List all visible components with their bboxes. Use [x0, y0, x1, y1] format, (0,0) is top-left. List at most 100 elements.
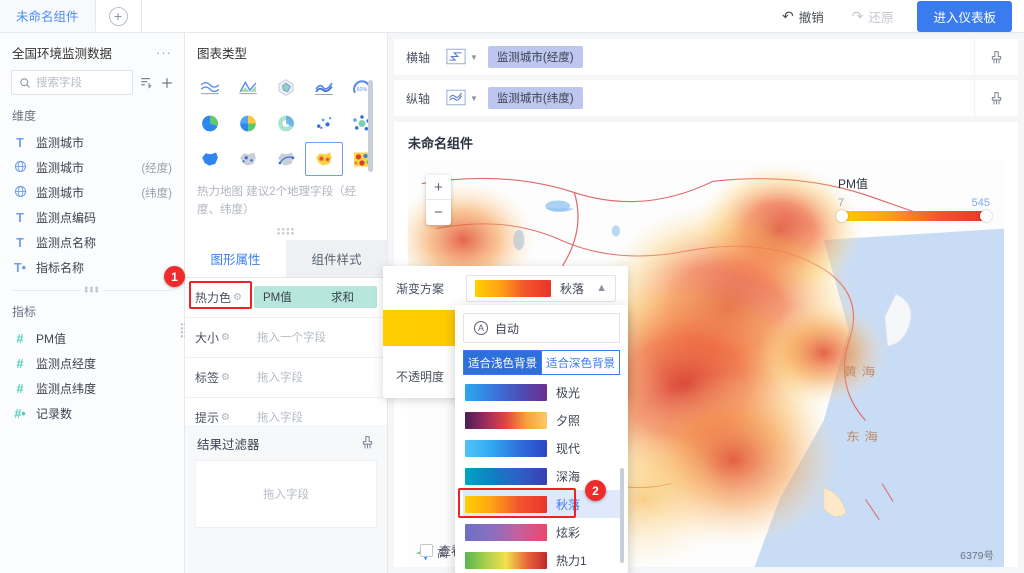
axis-shelf-x: 横轴 ▼ 监测城市(经度) — [394, 39, 1018, 75]
legend-gradient-bar[interactable] — [836, 210, 992, 222]
step-badge-2: 2 — [585, 480, 606, 501]
add-component-tab-button[interactable]: + — [95, 0, 142, 32]
gear-icon[interactable]: ⚙ — [221, 412, 230, 423]
gradient-background-segment: 适合浅色背景 适合深色背景 — [463, 350, 620, 375]
segment-light-background[interactable]: 适合浅色背景 — [463, 350, 542, 375]
gradient-scheme-value: 秋落 — [560, 281, 585, 296]
field-dimension-4[interactable]: T 监测点名称 — [0, 230, 184, 255]
ellipsis-icon[interactable]: ··· — [156, 45, 172, 60]
shelf-dropzone[interactable]: 拖入一个字段 — [254, 329, 377, 345]
chart-type-line-area[interactable] — [229, 70, 267, 104]
shelf-size[interactable]: 大小 ⚙ 拖入一个字段 — [185, 318, 387, 358]
legend-knob-min[interactable] — [836, 210, 848, 222]
sort-fields-icon[interactable] — [139, 76, 154, 90]
shelf-dropzone[interactable]: 拖入字段 — [254, 369, 377, 385]
gear-icon[interactable]: ⚙ — [221, 332, 230, 343]
field-sublabel: (纬度) — [141, 187, 172, 200]
gradient-auto-option[interactable]: A 自动 — [463, 313, 620, 343]
redo-button[interactable]: ↷ 还原 — [838, 7, 908, 26]
map-credit-text: 6379号 — [960, 550, 994, 562]
tab-component-style[interactable]: 组件样式 — [286, 239, 387, 277]
gradient-scheme-select[interactable]: 秋落 ▲ — [466, 274, 616, 302]
chart-type-scatter[interactable] — [305, 106, 343, 140]
chart-type-pie[interactable] — [191, 106, 229, 140]
chart-type-gauge[interactable]: 60% — [343, 70, 381, 104]
axis-clear-x-icon[interactable] — [974, 39, 1018, 75]
axis-continuous-icon[interactable] — [446, 89, 468, 107]
field-measure-3[interactable]: #• 记录数 — [0, 401, 184, 426]
chart-type-donut[interactable] — [267, 106, 305, 140]
chart-type-area-stream[interactable] — [191, 70, 229, 104]
gear-icon[interactable]: ⚙ — [233, 292, 242, 303]
chart-type-map-region[interactable] — [191, 142, 229, 176]
view-data-checkbox[interactable] — [420, 544, 433, 557]
segment-label: 适合深色背景 — [546, 357, 615, 370]
field-dimension-3[interactable]: T 监测点编码 — [0, 205, 184, 230]
map-zoom-in-button[interactable]: + — [426, 175, 451, 200]
chart-type-map-heat[interactable] — [305, 142, 343, 176]
chart-type-heatmap-grid[interactable] — [343, 142, 381, 176]
gradient-option-0[interactable]: 极光 — [463, 378, 620, 406]
shelf-dropzone[interactable]: 拖入字段 — [254, 409, 377, 425]
field-measure-0[interactable]: # PM值 — [0, 326, 184, 351]
chevron-up-icon[interactable]: ▲ — [596, 282, 607, 294]
add-field-icon[interactable] — [160, 76, 174, 90]
gradient-option-2[interactable]: 现代 — [463, 434, 620, 462]
chart-type-map-point[interactable] — [229, 142, 267, 176]
shelf-heat-color[interactable]: 热力色 ⚙ PM值 求和 — [185, 278, 387, 318]
shelf-label: 提示 — [195, 410, 220, 425]
search-input[interactable] — [36, 76, 125, 89]
field-search-row — [0, 70, 184, 95]
gradient-swatch — [465, 523, 547, 541]
field-label: 记录数 — [36, 407, 73, 421]
resize-grip[interactable]: ●●● ●●● — [81, 285, 103, 295]
axis-field-pill-y[interactable]: 监测城市(纬度) — [487, 87, 583, 109]
map-zoom-out-button[interactable]: − — [426, 200, 451, 225]
field-dimension-1[interactable]: 监测城市 (经度) — [0, 155, 184, 180]
dropdown-scrollbar[interactable] — [620, 468, 624, 563]
search-icon — [19, 77, 31, 89]
gradient-option-6[interactable]: 热力1 — [463, 546, 620, 573]
shelf-tooltip[interactable]: 提示 ⚙ 拖入字段 — [185, 398, 387, 426]
field-label: 监测城市 — [36, 186, 85, 200]
chevron-down-icon[interactable]: ▼ — [470, 53, 478, 62]
segment-dark-background[interactable]: 适合深色背景 — [542, 350, 620, 375]
axis-row-x[interactable]: 横轴 ▼ 监测城市(经度) — [394, 39, 1018, 75]
axis-row-y[interactable]: 纵轴 ▼ 监测城市(纬度) — [394, 80, 1018, 116]
tab-label: 未命名组件 — [16, 9, 79, 24]
field-measure-1[interactable]: # 监测点经度 — [0, 351, 184, 376]
chart-type-line-smooth[interactable] — [305, 70, 343, 104]
axis-field-pill-x[interactable]: 监测城市(经度) — [487, 46, 583, 68]
tab-graph-properties[interactable]: 图形属性 — [185, 239, 286, 277]
gradient-option-label: 现代 — [556, 441, 581, 456]
gradient-option-5[interactable]: 炫彩 — [463, 518, 620, 546]
shelf-label[interactable]: 标签 ⚙ 拖入字段 — [185, 358, 387, 398]
chart-type-map-flow[interactable] — [267, 142, 305, 176]
chevron-down-icon[interactable]: ▼ — [470, 94, 478, 103]
fields-panel: 全国环境监测数据 ··· 维度 T 监测城市 — [0, 33, 187, 573]
config-resize-grip[interactable]: ●●●● ●●●● — [185, 220, 387, 237]
field-measure-2[interactable]: # 监测点纬度 — [0, 376, 184, 401]
enter-dashboard-button[interactable]: 进入仪表板 — [917, 0, 1012, 32]
shelf-pill-pm[interactable]: PM值 求和 — [254, 286, 377, 309]
axis-clear-y-icon[interactable] — [974, 80, 1018, 116]
result-filter-dropzone[interactable]: 拖入字段 — [195, 460, 377, 529]
tab-unnamed-component[interactable]: 未命名组件 — [0, 0, 96, 32]
field-dimension-0[interactable]: T 监测城市 — [0, 130, 184, 155]
chart-type-scrollbar[interactable] — [368, 80, 373, 172]
field-dimension-5[interactable]: T• 指标名称 — [0, 255, 184, 280]
chart-type-bubble-pack[interactable] — [343, 106, 381, 140]
filter-broom-icon[interactable] — [360, 435, 375, 453]
gradient-swatch — [465, 411, 547, 429]
field-dimension-2[interactable]: 监测城市 (纬度) — [0, 180, 184, 205]
search-box[interactable] — [11, 70, 133, 95]
chart-type-pie-rose[interactable] — [229, 106, 267, 140]
chart-type-radar[interactable] — [267, 70, 305, 104]
gear-icon[interactable]: ⚙ — [221, 372, 230, 383]
gradient-option-1[interactable]: 夕照 — [463, 406, 620, 434]
legend-title: PM值 — [838, 177, 869, 191]
segment-label: 适合浅色背景 — [468, 357, 537, 370]
legend-knob-max[interactable] — [980, 210, 992, 222]
axis-discrete-icon[interactable] — [446, 48, 468, 66]
undo-button[interactable]: ↶ 撤销 — [768, 7, 838, 26]
